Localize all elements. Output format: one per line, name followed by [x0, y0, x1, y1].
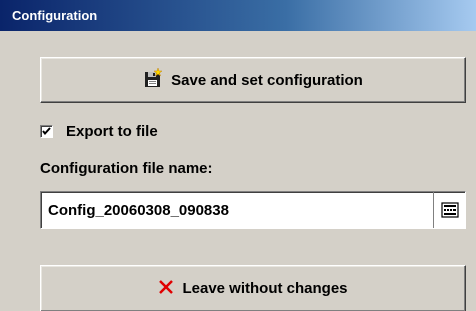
keyboard-icon[interactable] — [433, 192, 465, 228]
configuration-window: Configuration Save and set configuration… — [0, 0, 476, 311]
config-file-name-value[interactable]: Config_20060308_090838 — [41, 202, 433, 219]
leave-button-label: Leave without changes — [182, 280, 348, 297]
config-file-name-label: Configuration file name: — [40, 160, 213, 177]
export-to-file-option[interactable]: Export to file — [40, 122, 158, 140]
save-button-label: Save and set configuration — [171, 71, 363, 89]
red-x-icon — [158, 279, 174, 299]
save-disk-icon — [143, 67, 163, 92]
window-title: Configuration — [12, 8, 98, 23]
window-titlebar: Configuration — [0, 0, 476, 31]
leave-without-changes-button[interactable]: Leave without changes — [40, 265, 466, 311]
export-checkbox[interactable] — [40, 124, 53, 138]
export-checkbox-label: Export to file — [66, 122, 158, 140]
config-file-name-field[interactable]: Config_20060308_090838 — [40, 191, 466, 229]
save-and-set-configuration-button[interactable]: Save and set configuration — [40, 57, 466, 103]
